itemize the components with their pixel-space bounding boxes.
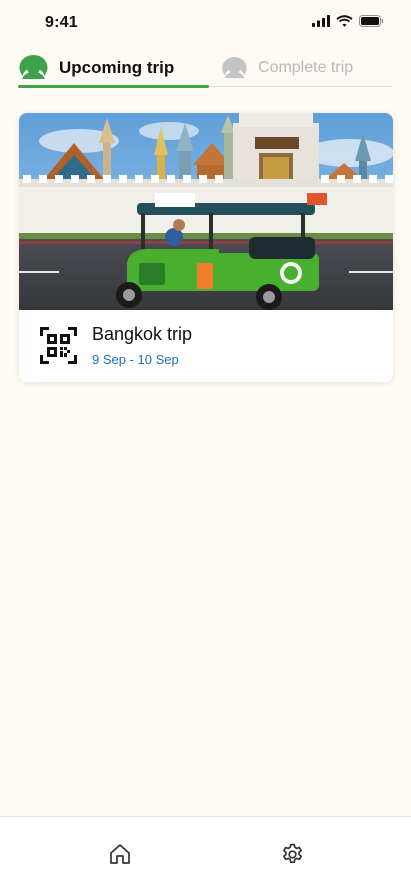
status-icons [312, 15, 384, 27]
qr-code-icon[interactable] [40, 327, 77, 364]
bangkok-tuk-tuk-photo [19, 113, 393, 310]
trip-card[interactable]: Bangkok trip 9 Sep - 10 Sep [19, 113, 393, 382]
tab-upcoming-label: Upcoming trip [59, 58, 175, 77]
battery-icon [359, 15, 384, 27]
trip-title: Bangkok trip [92, 324, 193, 344]
tab-complete-label: Complete trip [258, 59, 354, 76]
signal-icon [312, 15, 330, 27]
tab-complete-trip[interactable]: Complete trip [221, 48, 392, 88]
tab-upcoming-trip[interactable]: Upcoming trip [18, 48, 209, 88]
status-bar: 9:41 [0, 0, 411, 46]
avatar-icon [19, 55, 48, 79]
nav-home-button[interactable] [107, 841, 133, 867]
settings-icon [282, 843, 302, 863]
trip-dates: 9 Sep - 10 Sep [92, 352, 179, 367]
wifi-icon [336, 15, 353, 27]
trip-tabs: Upcoming trip Complete trip [18, 48, 392, 88]
nav-settings-button[interactable] [279, 841, 305, 867]
avatar-icon [222, 56, 247, 78]
trip-card-info: Bangkok trip 9 Sep - 10 Sep [19, 310, 393, 382]
bottom-nav [0, 816, 411, 889]
home-icon [110, 844, 130, 864]
active-tab-indicator [18, 85, 209, 88]
status-time: 9:41 [45, 14, 78, 31]
